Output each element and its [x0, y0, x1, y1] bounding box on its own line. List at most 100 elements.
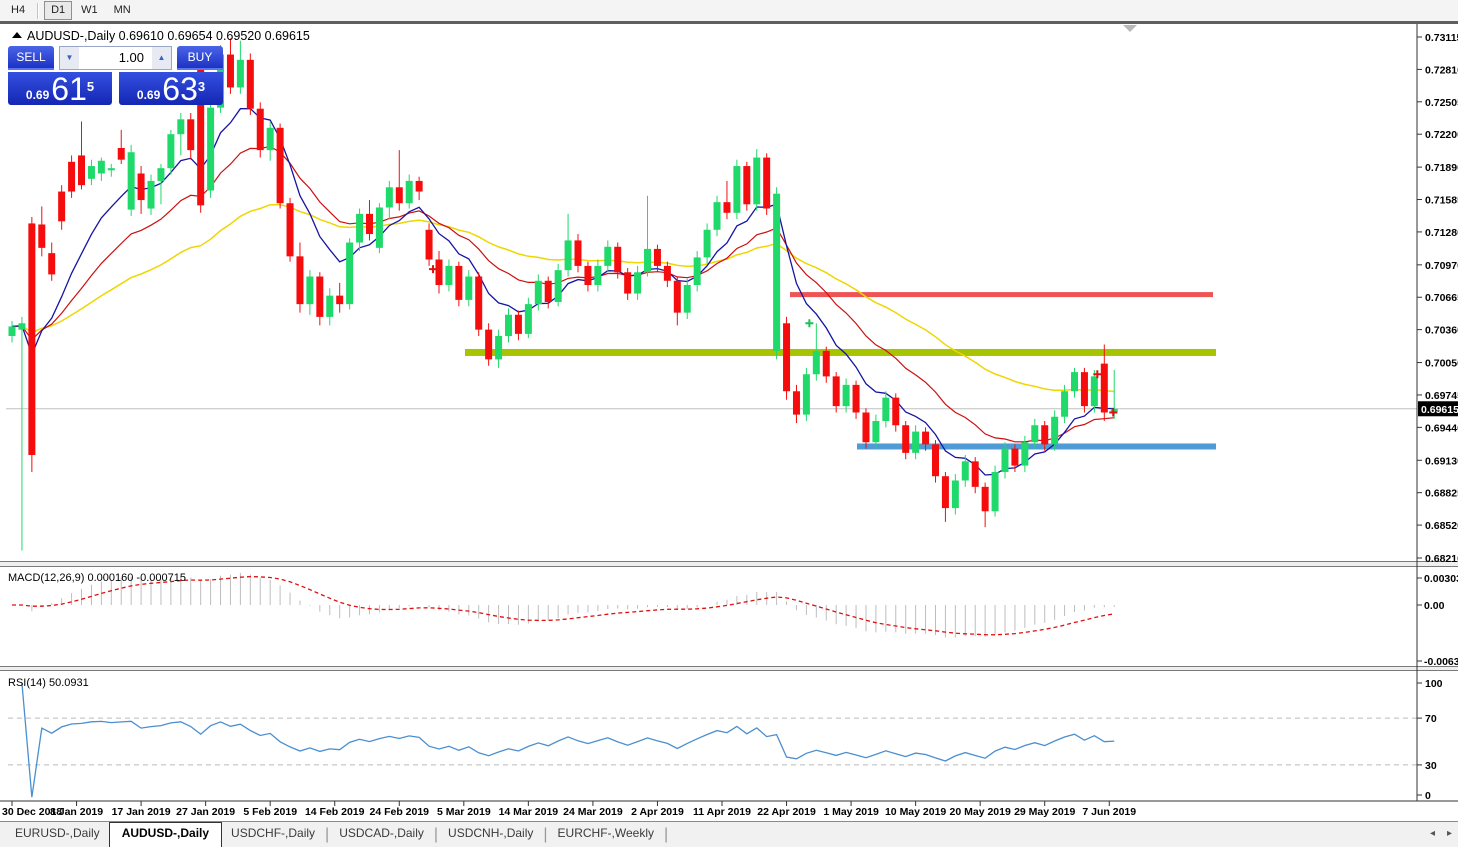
timeframe-button-w1[interactable]: W1: [74, 1, 105, 20]
candle-body: [972, 461, 979, 486]
tab-scroll-left-button[interactable]: ◂: [1430, 827, 1435, 841]
candle-body: [594, 266, 601, 285]
price-axis-label: 0.69440: [1425, 422, 1458, 434]
macd-label: MACD(12,26,9) 0.000160 -0.000715: [8, 572, 186, 584]
candle-body: [773, 194, 780, 351]
timeframe-button-mn[interactable]: MN: [107, 1, 138, 20]
panel-splitter[interactable]: [0, 667, 1458, 671]
candle-body: [88, 166, 95, 179]
sell-price-button[interactable]: 0.69 61 5: [8, 72, 112, 105]
candle-body: [555, 270, 562, 302]
candle-body: [982, 487, 989, 511]
candle-body: [138, 173, 145, 200]
candle-body: [833, 376, 840, 406]
tab-scroll-right-button[interactable]: ▸: [1447, 827, 1452, 841]
candle-body: [1002, 449, 1009, 472]
volume-increase-button[interactable]: ▲: [152, 47, 171, 69]
candle-body: [723, 202, 730, 213]
timeframe-button-d1[interactable]: D1: [44, 1, 72, 20]
candle-body: [237, 60, 244, 88]
volume-input[interactable]: 1.00: [79, 47, 152, 69]
candle-body: [128, 152, 135, 209]
chart-background: [0, 22, 1458, 821]
candle-body: [614, 247, 621, 272]
sell-price-main: 61: [51, 75, 87, 103]
candle-body: [386, 187, 393, 207]
price-axis-label: 0.69745: [1425, 390, 1458, 402]
candle-body: [604, 247, 611, 266]
candle-body: [396, 187, 403, 203]
chart-tab-usdcad[interactable]: USDCAD-,Daily: [330, 822, 433, 847]
candle-body: [18, 323, 25, 329]
candle-body: [853, 385, 860, 413]
price-axis-label: 0.70665: [1425, 292, 1458, 304]
buy-button[interactable]: BUY: [177, 46, 223, 70]
candle-body: [48, 253, 55, 274]
panel-splitter[interactable]: [0, 562, 1458, 567]
candle-body: [872, 421, 879, 442]
chart-tab-usdcnh[interactable]: USDCNH-,Daily: [439, 822, 542, 847]
time-axis-label: 29 May 2019: [1014, 806, 1075, 818]
candle-body: [9, 326, 16, 336]
chart-tab-audusd[interactable]: AUDUSD-,Daily: [109, 822, 222, 847]
candle-body: [98, 161, 105, 174]
sell-button[interactable]: SELL: [8, 46, 54, 70]
time-axis-label: 17 Jan 2019: [112, 806, 171, 818]
candle-body: [148, 181, 155, 209]
candle-body: [952, 480, 959, 508]
candle-body: [177, 119, 184, 134]
candle-body: [942, 476, 949, 508]
candle-body: [118, 148, 125, 160]
time-axis-label: 14 Mar 2019: [499, 806, 559, 818]
time-axis-label: 20 May 2019: [950, 806, 1011, 818]
candle-body: [535, 281, 542, 304]
candle-body: [426, 230, 433, 260]
rsi-axis-label: 30: [1425, 760, 1437, 772]
candle-body: [227, 55, 234, 88]
candle-body: [68, 162, 75, 192]
trendline-resistance-olive[interactable]: [465, 349, 1216, 356]
chart-tab-eurchf[interactable]: EURCHF-,Weekly: [549, 822, 663, 847]
buy-price-button[interactable]: 0.69 63 3: [119, 72, 223, 105]
candle-body: [167, 134, 174, 168]
candle-body: [58, 192, 65, 222]
candle-body: [38, 224, 45, 247]
price-axis-label: 0.68520: [1425, 520, 1458, 532]
candle-body: [435, 260, 442, 285]
rsi-axis-label: 70: [1425, 713, 1437, 725]
timeframe-button-h4[interactable]: H4: [4, 1, 32, 20]
candle-body: [28, 223, 35, 455]
candle-body: [1021, 442, 1028, 465]
buy-price-pip: 3: [198, 72, 205, 102]
candle-body: [376, 207, 383, 247]
time-axis-label: 5 Feb 2019: [243, 806, 297, 818]
time-axis-label: 10 May 2019: [885, 806, 946, 818]
trendline-resistance-red[interactable]: [790, 292, 1213, 297]
time-axis-label: 22 Apr 2019: [757, 806, 816, 818]
candle-body: [525, 304, 532, 334]
rsi-axis-label: 0: [1425, 790, 1431, 802]
volume-decrease-button[interactable]: ▼: [60, 47, 79, 69]
chart-canvas[interactable]: AUDUSD-,Daily 0.69610 0.69654 0.69520 0.…: [0, 0, 1458, 847]
time-axis-label: 27 Jan 2019: [176, 806, 235, 818]
price-axis-label: 0.72810: [1425, 64, 1458, 76]
candle-body: [783, 323, 790, 391]
chart-tab-usdchf[interactable]: USDCHF-,Daily: [222, 822, 324, 847]
candle-body: [1071, 372, 1078, 391]
candle-body: [1061, 391, 1068, 416]
candle-body: [1011, 449, 1018, 466]
time-axis-label: 5 Mar 2019: [437, 806, 491, 818]
candle-body: [962, 461, 969, 480]
candle-body: [664, 266, 671, 281]
candle-body: [753, 158, 760, 205]
candle-body: [207, 108, 214, 191]
price-axis-label: 0.68825: [1425, 488, 1458, 500]
candle-body: [1081, 372, 1088, 406]
price-axis-label: 0.72200: [1425, 129, 1458, 141]
chart-title: AUDUSD-,Daily 0.69610 0.69654 0.69520 0.…: [27, 29, 310, 43]
chart-tab-eurusd[interactable]: EURUSD-,Daily: [6, 822, 109, 847]
trendline-support-blue[interactable]: [857, 443, 1216, 449]
candle-body: [912, 432, 919, 453]
time-axis-label: 14 Feb 2019: [305, 806, 365, 818]
candle-body: [892, 398, 899, 426]
